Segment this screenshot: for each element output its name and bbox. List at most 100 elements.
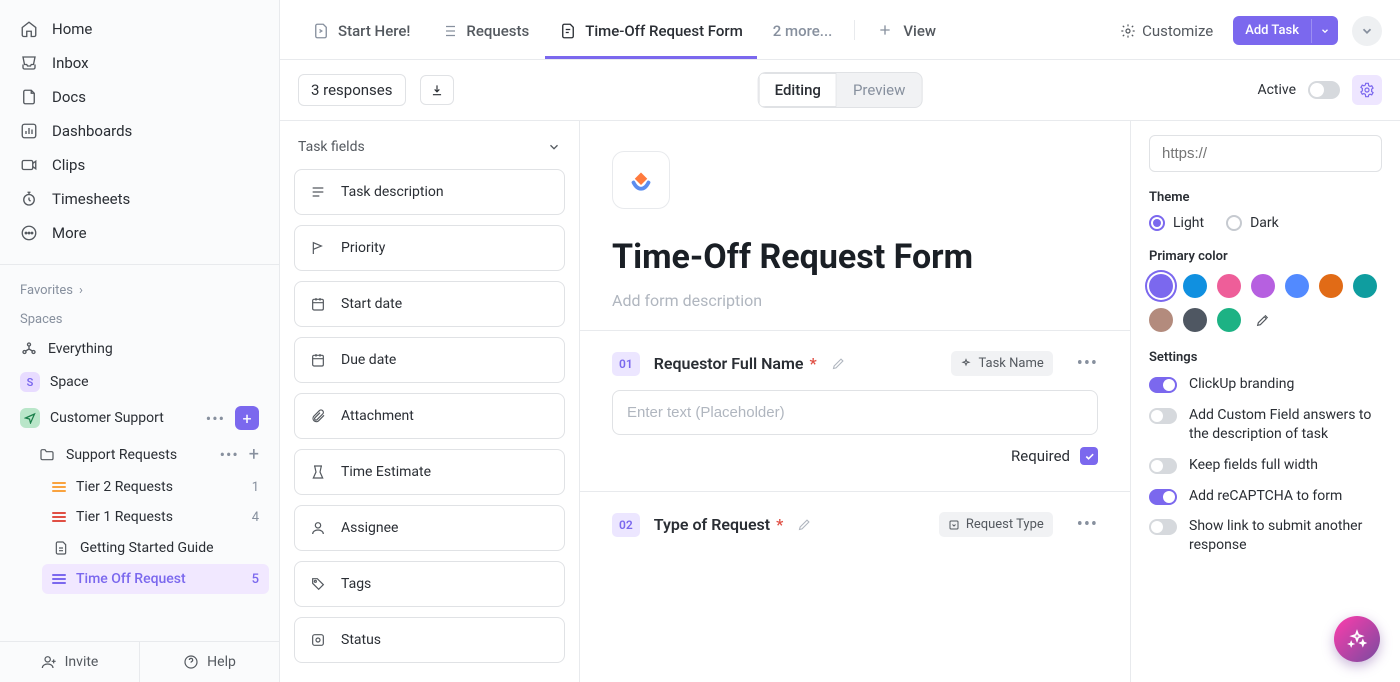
nav-clips[interactable]: Clips (10, 148, 269, 182)
setting-toggle[interactable] (1149, 519, 1177, 535)
responses-button[interactable]: 3 responses (298, 74, 406, 106)
color-swatch[interactable] (1319, 274, 1343, 298)
preview-tab[interactable]: Preview (837, 73, 921, 107)
add-view-button[interactable]: View (863, 10, 950, 59)
settings-label: Settings (1149, 350, 1382, 365)
task-field-date[interactable]: Due date (294, 337, 565, 383)
color-swatch[interactable] (1217, 274, 1241, 298)
tab-more[interactable]: 2 more... (759, 10, 847, 59)
form-title[interactable]: Time-Off Request Form (612, 237, 1098, 277)
plus-icon (877, 22, 895, 40)
add-task-button[interactable]: Add Task (1233, 16, 1311, 45)
nav-timesheets[interactable]: Timesheets (10, 182, 269, 216)
favorites-label[interactable]: Favorites › (0, 275, 279, 304)
gear-icon (1120, 23, 1136, 39)
form-field-block[interactable]: 01Requestor Full Name *Task Name•••Requi… (580, 330, 1130, 491)
more-dots-icon[interactable]: ••• (1077, 514, 1098, 535)
task-fields-header[interactable]: Task fields (294, 139, 565, 155)
pencil-icon[interactable] (797, 517, 812, 532)
setting-toggle[interactable] (1149, 377, 1177, 393)
add-task-split-button: Add Task (1233, 16, 1338, 45)
primary-color-label: Primary color (1149, 249, 1382, 264)
task-field-date[interactable]: Start date (294, 281, 565, 327)
form-field-block[interactable]: 02Type of Request *Request Type••• (580, 491, 1130, 577)
more-dots-icon[interactable]: ••• (1077, 353, 1098, 374)
color-picker-icon[interactable] (1251, 308, 1275, 332)
invite-button[interactable]: Invite (0, 642, 139, 682)
setting-option: ClickUp branding (1149, 375, 1382, 394)
task-field-time[interactable]: Time Estimate (294, 449, 565, 495)
required-checkbox[interactable] (1080, 447, 1098, 465)
desc-icon (309, 183, 327, 201)
pencil-icon[interactable] (831, 356, 846, 371)
nav-dashboards[interactable]: Dashboards (10, 114, 269, 148)
label: Due date (341, 352, 396, 368)
network-icon (20, 340, 38, 358)
tab-start-here[interactable]: Start Here! (298, 10, 424, 59)
docs-icon (20, 88, 38, 106)
more-dots-icon[interactable]: ••• (206, 409, 225, 428)
tree-tier2[interactable]: Tier 2 Requests 1 (42, 472, 269, 502)
nav-more[interactable]: More (10, 216, 269, 250)
overflow-menu[interactable] (1352, 16, 1382, 46)
add-task-dropdown[interactable] (1311, 19, 1338, 43)
theme-light[interactable]: Light (1149, 215, 1204, 231)
field-type-pill[interactable]: Request Type (939, 512, 1053, 537)
form-settings-panel: Theme Light Dark Primary color Settings … (1130, 121, 1400, 682)
field-name[interactable]: Requestor Full Name * (654, 354, 817, 373)
help-button[interactable]: Help (140, 642, 279, 682)
color-swatch[interactable] (1183, 308, 1207, 332)
color-swatch[interactable] (1149, 308, 1173, 332)
ai-fab[interactable] (1334, 616, 1380, 662)
tree-time-off-request[interactable]: Time Off Request 5 (42, 564, 269, 594)
active-toggle[interactable] (1308, 81, 1340, 99)
theme-label: Theme (1149, 190, 1382, 205)
download-button[interactable] (420, 75, 454, 105)
form-settings-button[interactable] (1352, 75, 1382, 105)
tab-requests[interactable]: Requests (426, 10, 543, 59)
field-type-pill[interactable]: Task Name (951, 351, 1052, 376)
tree-customer-support[interactable]: Customer Support ••• + (10, 399, 269, 437)
color-swatch[interactable] (1353, 274, 1377, 298)
field-placeholder-input[interactable] (612, 390, 1098, 435)
color-swatch[interactable] (1183, 274, 1207, 298)
tree-support-requests[interactable]: Support Requests ••• + (28, 437, 269, 472)
nav-docs[interactable]: Docs (10, 80, 269, 114)
task-field-assignee[interactable]: Assignee (294, 505, 565, 551)
customize-button[interactable]: Customize (1114, 18, 1219, 44)
invite-icon (41, 654, 57, 670)
nav-inbox[interactable]: Inbox (10, 46, 269, 80)
color-swatch[interactable] (1217, 308, 1241, 332)
task-field-attach[interactable]: Attachment (294, 393, 565, 439)
form-logo[interactable] (612, 151, 670, 209)
task-field-tag[interactable]: Tags (294, 561, 565, 607)
nav-home[interactable]: Home (10, 12, 269, 46)
setting-label: ClickUp branding (1189, 375, 1294, 394)
setting-toggle[interactable] (1149, 489, 1177, 505)
setting-toggle[interactable] (1149, 408, 1177, 424)
tree-everything[interactable]: Everything (10, 333, 269, 365)
color-swatch[interactable] (1149, 274, 1173, 298)
tree-tier1[interactable]: Tier 1 Requests 4 (42, 502, 269, 532)
more-dots-icon[interactable]: ••• (220, 445, 239, 464)
theme-dark[interactable]: Dark (1226, 215, 1279, 231)
add-button[interactable]: + (235, 406, 259, 430)
sidebar-bottom: Invite Help (0, 641, 279, 682)
tree-space[interactable]: S Space (10, 365, 269, 399)
add-button[interactable]: + (249, 444, 259, 465)
list-icon (52, 512, 66, 522)
setting-toggle[interactable] (1149, 458, 1177, 474)
nav-label: Timesheets (52, 190, 130, 208)
editing-tab[interactable]: Editing (759, 73, 837, 107)
task-field-desc[interactable]: Task description (294, 169, 565, 215)
tree-getting-started[interactable]: Getting Started Guide (42, 532, 269, 564)
color-swatch[interactable] (1251, 274, 1275, 298)
task-field-priority[interactable]: Priority (294, 225, 565, 271)
color-swatch[interactable] (1285, 274, 1309, 298)
task-field-status[interactable]: Status (294, 617, 565, 663)
setting-label: Keep fields full width (1189, 456, 1318, 475)
form-description[interactable]: Add form description (612, 291, 1098, 310)
redirect-url-input[interactable] (1149, 135, 1382, 172)
tab-time-off-form[interactable]: Time-Off Request Form (545, 10, 757, 59)
field-name[interactable]: Type of Request * (654, 515, 784, 534)
